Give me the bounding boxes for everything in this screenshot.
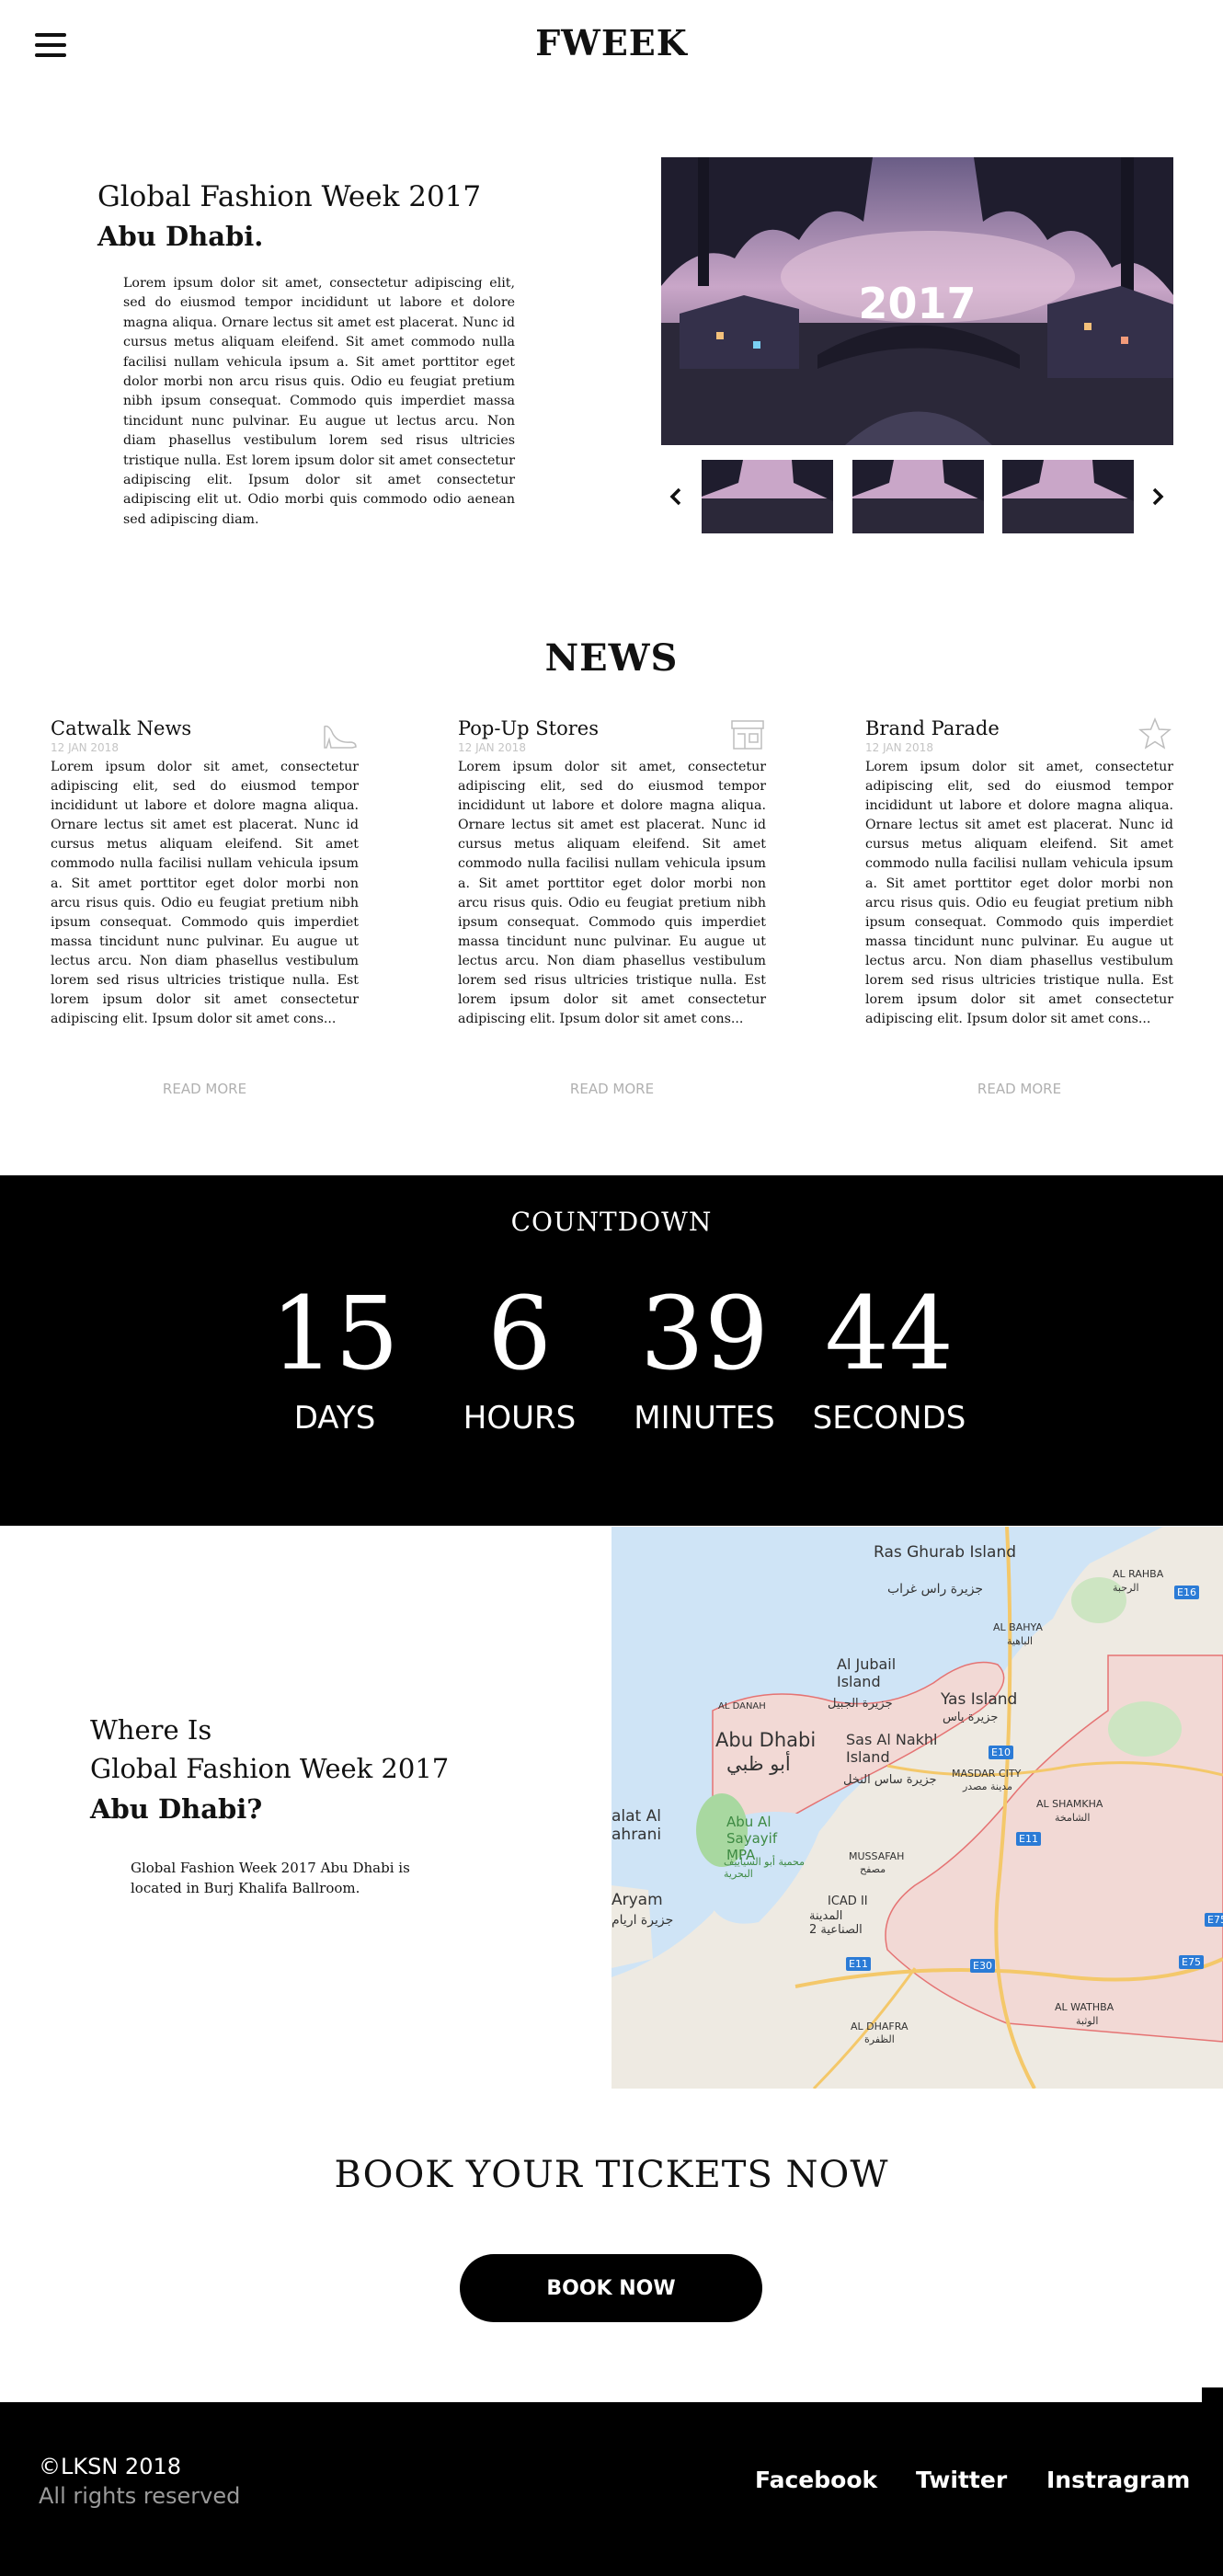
countdown-days-value: 15 bbox=[270, 1275, 399, 1392]
news-excerpt: Lorem ipsum dolor sit amet, consectetur … bbox=[865, 760, 1173, 1027]
map-label: alat Al ahrani bbox=[612, 1807, 662, 1844]
map-label: AL DHAFRA bbox=[851, 2021, 909, 2032]
news-title: Pop-Up Stores bbox=[458, 717, 599, 739]
map-label: AL DANAH bbox=[718, 1701, 766, 1712]
news-title: Catwalk News bbox=[51, 717, 192, 739]
chevron-left-icon[interactable] bbox=[664, 480, 688, 513]
location-heading-line1: Where Is bbox=[90, 1714, 212, 1746]
hero-title: Global Fashion Week 2017 bbox=[97, 180, 482, 213]
map-label: Ras Ghurab Island bbox=[874, 1543, 1017, 1562]
map-label: AL WATHBA bbox=[1055, 2001, 1114, 2013]
slide-thumbnail[interactable] bbox=[1002, 460, 1134, 533]
countdown-seconds-label: SECONDS bbox=[812, 1400, 966, 1437]
read-more-link[interactable]: READ MORE bbox=[458, 1081, 766, 1097]
site-header: FWEEK bbox=[0, 0, 1223, 92]
high-heel-icon bbox=[324, 725, 357, 749]
map-label: جزيرة ياس bbox=[943, 1711, 999, 1724]
location-heading-line2: Global Fashion Week 2017 bbox=[90, 1753, 450, 1784]
map-label: أبو ظبي bbox=[726, 1753, 791, 1775]
map-label: مدينة مصدر bbox=[963, 1780, 1012, 1792]
map-label: الباهية bbox=[1007, 1635, 1034, 1647]
location-map[interactable]: Ras Ghurab Island جزيرة راس غراب AL RAHB… bbox=[612, 1527, 1223, 2089]
news-excerpt: Lorem ipsum dolor sit amet, consectetur … bbox=[458, 760, 766, 1027]
map-label: جزيرة الجبيل bbox=[828, 1697, 893, 1711]
map-label: المدينة الصناعية 2 bbox=[809, 1909, 863, 1937]
slide-thumbnail[interactable] bbox=[702, 460, 833, 533]
location-heading-line3: Abu Dhabi? bbox=[90, 1793, 263, 1825]
chevron-right-icon[interactable] bbox=[1146, 480, 1170, 513]
hero-subtitle: Abu Dhabi. bbox=[97, 221, 264, 252]
map-label: Abu Dhabi bbox=[715, 1729, 817, 1751]
countdown-days-label: DAYS bbox=[293, 1400, 376, 1437]
road-sign: E30 bbox=[970, 1959, 995, 1973]
countdown-minutes-value: 39 bbox=[640, 1275, 769, 1392]
map-label: MUSSAFAH bbox=[849, 1850, 905, 1862]
tickets-heading: BOOK YOUR TICKETS NOW bbox=[334, 2154, 889, 2196]
countdown-minutes-label: MINUTES bbox=[634, 1400, 775, 1437]
map-label: Yas Island bbox=[941, 1690, 1018, 1709]
footer-link-twitter[interactable]: Twitter bbox=[916, 2467, 1007, 2493]
map-label: الشامخة bbox=[1055, 1812, 1091, 1824]
news-date: 12 JAN 2018 bbox=[865, 741, 933, 754]
map-label: ICAD II bbox=[828, 1895, 868, 1908]
map-label: جزيرة راس غراب bbox=[887, 1582, 984, 1597]
footer-link-facebook[interactable]: Facebook bbox=[755, 2467, 877, 2493]
countdown-title: COUNTDOWN bbox=[510, 1207, 713, 1237]
map-label: جزيرة ساس النخل bbox=[843, 1773, 937, 1787]
map-label: AL SHAMKHA bbox=[1036, 1798, 1103, 1810]
map-label: الرحبة bbox=[1113, 1582, 1139, 1594]
footer-copyright: ©LKSN 2018 bbox=[39, 2454, 182, 2479]
countdown-seconds-value: 44 bbox=[825, 1275, 954, 1392]
road-sign: E75 bbox=[1205, 1913, 1223, 1927]
star-icon bbox=[1138, 717, 1172, 750]
map-label: AL RAHBA bbox=[1113, 1568, 1164, 1580]
news-excerpt: Lorem ipsum dolor sit amet, consectetur … bbox=[51, 760, 359, 1027]
map-label: جزيرة اريام bbox=[612, 1913, 674, 1928]
countdown-hours-value: 6 bbox=[487, 1275, 552, 1392]
map-label: Sas Al Nakhl Island bbox=[846, 1731, 938, 1766]
news-date: 12 JAN 2018 bbox=[458, 741, 526, 754]
map-label: الظفرة bbox=[864, 2033, 895, 2045]
road-sign: E10 bbox=[989, 1746, 1013, 1759]
site-footer: ©LKSN 2018 All rights reserved Facebook … bbox=[0, 2402, 1223, 2576]
map-label: مصفح bbox=[860, 1863, 886, 1875]
location-description: Global Fashion Week 2017 Abu Dhabi is lo… bbox=[131, 1860, 410, 1896]
read-more-link[interactable]: READ MORE bbox=[865, 1081, 1173, 1097]
footer-rights: All rights reserved bbox=[39, 2483, 241, 2509]
footer-link-instagram[interactable]: Instragram bbox=[1046, 2467, 1190, 2493]
map-label: AL BAHYA bbox=[993, 1621, 1043, 1633]
map-label: محمية أبو السياييف البحرية bbox=[724, 1856, 806, 1880]
news-title: Brand Parade bbox=[865, 717, 1000, 739]
map-terrain bbox=[612, 1527, 1223, 2089]
map-label: Al Jubail Island bbox=[837, 1655, 897, 1690]
book-now-button[interactable]: BOOK NOW bbox=[460, 2254, 762, 2322]
map-label: الوثبة bbox=[1076, 2015, 1099, 2027]
road-sign: E11 bbox=[846, 1957, 871, 1971]
hero-description: Lorem ipsum dolor sit amet, consectetur … bbox=[123, 276, 515, 527]
slide-year-caption: 2017 bbox=[858, 279, 977, 328]
map-label: MASDAR CITY bbox=[952, 1768, 1022, 1780]
map-label: Aryam bbox=[612, 1891, 663, 1909]
news-date: 12 JAN 2018 bbox=[51, 741, 119, 754]
road-sign: E16 bbox=[1174, 1586, 1199, 1599]
countdown-section: COUNTDOWN 15 DAYS 6 HOURS 39 MINUTES 44 … bbox=[0, 1175, 1223, 1526]
countdown-hours-label: HOURS bbox=[463, 1400, 577, 1437]
brand-logo[interactable]: FWEEK bbox=[0, 22, 1223, 63]
road-sign: E11 bbox=[1016, 1832, 1041, 1846]
road-sign: E75 bbox=[1179, 1955, 1204, 1969]
hero-slide-image[interactable]: 2017 bbox=[661, 157, 1173, 445]
storefront-icon bbox=[731, 720, 764, 750]
news-heading: NEWS bbox=[544, 636, 679, 680]
slide-thumbnail[interactable] bbox=[852, 460, 984, 533]
read-more-link[interactable]: READ MORE bbox=[51, 1081, 359, 1097]
